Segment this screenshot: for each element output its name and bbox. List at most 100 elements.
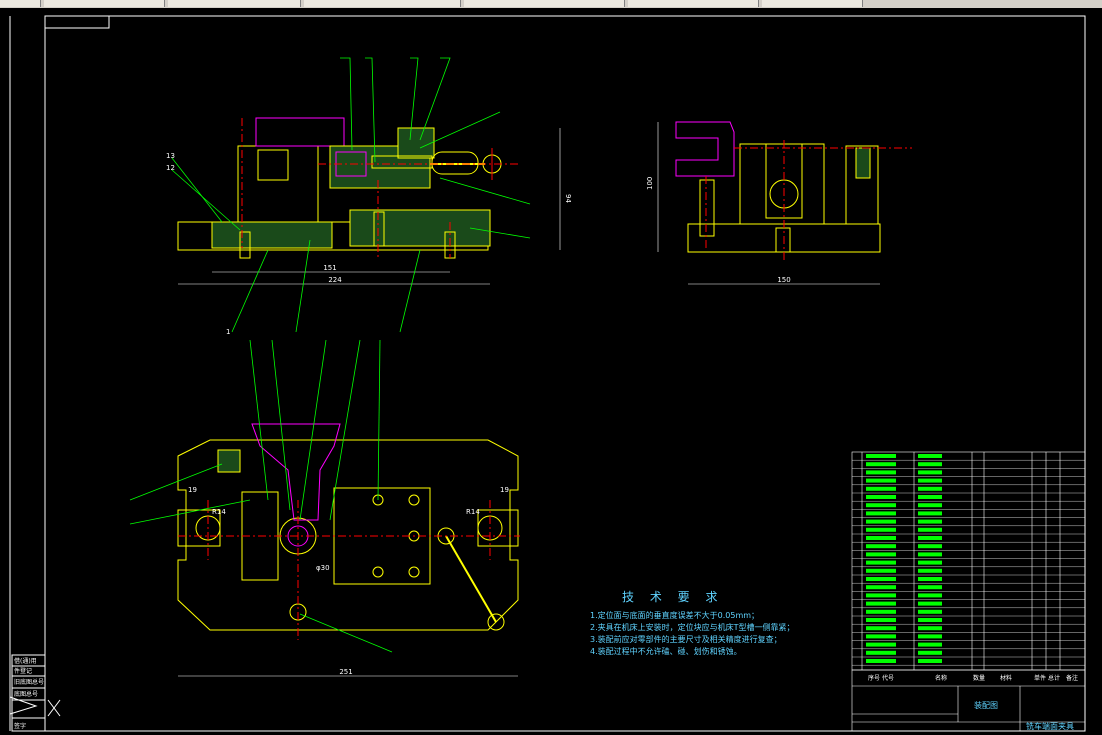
tech-requirements-title: 技 术 要 求 [622, 590, 724, 604]
parts-list-name-glyph [918, 486, 942, 491]
drawing-frame [44, 15, 1086, 732]
header-seq: 序号 [868, 674, 880, 682]
tab-segment[interactable] [44, 0, 165, 7]
parts-list-code-glyph [866, 609, 896, 614]
dim-94: 94 [564, 194, 572, 203]
parts-list-name-glyph [918, 659, 942, 663]
dim-19-right: 19 [500, 486, 509, 494]
header-total: 总计 [1048, 674, 1060, 682]
parts-list-code-glyph [866, 618, 896, 622]
parts-list-name-glyph [918, 642, 942, 647]
tech-requirement-2: 2.夹具在机床上安装时，定位块应与机床T型槽一侧靠紧； [590, 623, 795, 632]
parts-list-code-glyph [866, 626, 896, 631]
dim-phi30: φ30 [316, 564, 330, 572]
drawing-number-box [44, 15, 110, 29]
cad-drawing: 151 224 94 13 12 1 150 100 251 19 19 R14… [9, 15, 1086, 732]
cad-drawing-canvas[interactable]: 151 224 94 13 12 1 150 100 251 19 19 R14… [0, 8, 1102, 735]
parts-list-name-glyph [918, 511, 942, 516]
side-view: 150 100 [646, 121, 912, 285]
stamp-line-4: 底图总号 [14, 690, 38, 698]
parts-list-name-glyph [918, 536, 942, 540]
parts-list-rows [852, 454, 1085, 666]
parts-list-name-glyph [918, 593, 942, 598]
parts-list-code-glyph [866, 544, 896, 549]
parts-list-code-glyph [866, 593, 896, 598]
tab-segment[interactable] [762, 0, 863, 7]
parts-list-code-glyph [866, 503, 896, 508]
parts-list-name-glyph [918, 478, 942, 483]
tab-segment[interactable] [464, 0, 625, 7]
dim-r14-right: R14 [466, 508, 480, 516]
parts-list-name-glyph [918, 618, 942, 622]
parts-list-name-glyph [918, 454, 942, 458]
parts-list-name-glyph [918, 634, 942, 639]
header-qty: 数量 [973, 674, 985, 682]
parts-list-code-glyph [866, 462, 896, 467]
front-view: 151 224 94 13 12 1 [166, 57, 572, 336]
parts-list-code-glyph [866, 478, 896, 483]
header-name: 名称 [935, 674, 947, 682]
part-title: 铣车端面夹具 [1026, 721, 1074, 731]
tab-segment[interactable] [628, 0, 759, 7]
parts-list-code-glyph [866, 577, 896, 581]
parts-list-name-glyph [918, 609, 942, 614]
balloon-12: 12 [166, 164, 175, 172]
balloon-13: 13 [166, 152, 175, 160]
parts-list-code-glyph [866, 519, 896, 524]
balloon-1: 1 [226, 328, 230, 336]
header-unit: 单件 [1034, 674, 1046, 682]
dim-151: 151 [323, 264, 336, 272]
parts-list-name-glyph [918, 577, 942, 581]
dim-100: 100 [646, 177, 654, 190]
parts-list-code-glyph [866, 470, 896, 475]
parts-list-name-glyph [918, 650, 942, 655]
parts-list-name-glyph [918, 503, 942, 508]
stamp-line-5: 签字 [14, 722, 26, 730]
parts-list-code-glyph [866, 552, 896, 557]
dim-19-left: 19 [188, 486, 197, 494]
parts-list-name-glyph [918, 585, 942, 590]
tab-segment[interactable] [0, 0, 41, 7]
parts-list-code-glyph [866, 642, 896, 647]
parts-list-name-glyph [918, 568, 942, 573]
parts-list-name-glyph [918, 527, 942, 532]
parts-list-code-glyph [866, 560, 896, 565]
parts-list-name-glyph [918, 544, 942, 549]
parts-list-code-glyph [866, 536, 896, 540]
header-remark: 备注 [1066, 674, 1078, 682]
parts-list-code-glyph [866, 650, 896, 655]
tab-segment[interactable] [304, 0, 461, 7]
stamp-line-2: 件登记 [14, 667, 32, 675]
parts-list-code-glyph [866, 634, 896, 639]
dim-251: 251 [339, 668, 352, 676]
top-view: 251 19 19 R14 R14 φ30 [129, 339, 520, 677]
dim-r14-left: R14 [212, 508, 226, 516]
parts-list-code-glyph [866, 568, 896, 573]
tab-segment[interactable] [168, 0, 301, 7]
parts-list-name-glyph [918, 462, 942, 467]
parts-list-code-glyph [866, 511, 896, 516]
header-code: 代号 [882, 674, 894, 682]
stamp-line-3: 旧底图总号 [14, 678, 44, 686]
tech-requirement-4: 4.装配过程中不允许磕、碰、划伤和锈蚀。 [590, 647, 742, 656]
parts-list-code-glyph [866, 495, 896, 499]
parts-list-code-glyph [866, 585, 896, 590]
parts-list-name-glyph [918, 601, 942, 606]
tech-requirement-3: 3.装配前应对零部件的主要尺寸及相关精度进行复查； [590, 635, 782, 644]
parts-list-code-glyph [866, 527, 896, 532]
parts-list-code-glyph [866, 601, 896, 606]
parts-list-name-glyph [918, 495, 942, 499]
parts-list-code-glyph [866, 659, 896, 663]
dim-150: 150 [777, 276, 790, 284]
dim-224: 224 [328, 276, 342, 284]
parts-list-name-glyph [918, 519, 942, 524]
parts-list-code-glyph [866, 486, 896, 491]
parts-list-name-glyph [918, 470, 942, 475]
parts-list-code-glyph [866, 454, 896, 458]
parts-list-name-glyph [918, 552, 942, 557]
drawing-name: 装配图 [974, 700, 998, 710]
header-material: 材料 [1000, 674, 1012, 682]
parts-list-name-glyph [918, 626, 942, 631]
tech-requirement-1: 1.定位面与底面的垂直度误差不大于0.05mm； [590, 611, 760, 620]
parts-list-name-glyph [918, 560, 942, 565]
